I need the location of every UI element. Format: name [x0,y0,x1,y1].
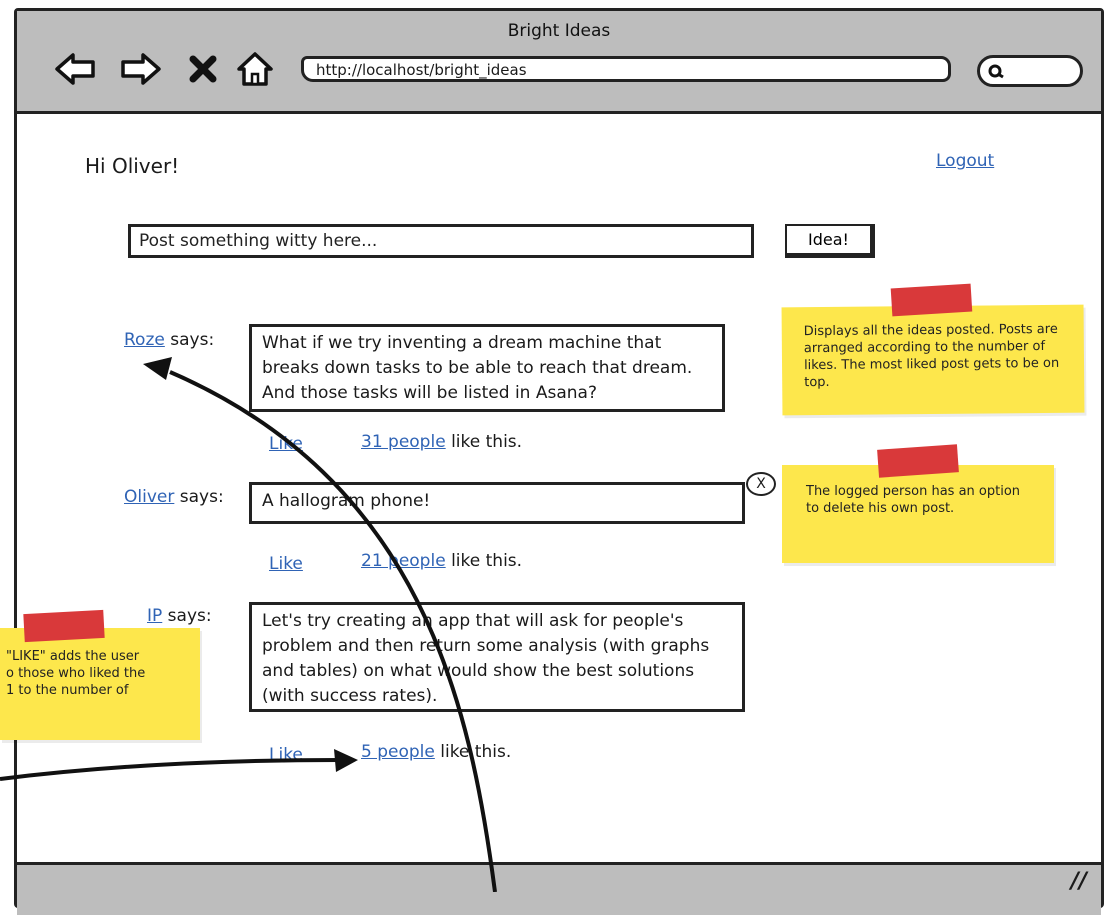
tape-strip [23,609,105,643]
sticky-note: Displays all the ideas posted. Posts are… [781,283,1085,416]
tape-strip [877,444,959,478]
says-label: says: [179,487,224,507]
home-icon[interactable] [235,49,275,89]
resize-grip-icon[interactable]: // [1071,869,1087,894]
like-button[interactable]: Like [269,554,303,574]
likes-count-line: 21 people like this. [361,551,522,571]
likes-count-line: 5 people like this. [361,742,511,762]
post-idea-input[interactable] [128,224,754,258]
likes-suffix: like this. [451,432,523,452]
browser-statusbar: // [17,862,1101,915]
idea-submit-button[interactable]: Idea! [785,224,875,258]
browser-titlebar: Bright Ideas http://localhost/bright_ide… [17,11,1101,114]
likes-count-line: 31 people like this. [361,432,522,452]
author-link[interactable]: Oliver [124,487,174,507]
greeting-text: Hi Oliver! [85,154,180,178]
idea-post-text: A hallogram phone! [249,482,745,524]
sticky-note: "LIKE" adds the user o those who liked t… [0,609,200,740]
note-text: Displays all the ideas posted. Posts are… [803,321,1060,391]
author-link[interactable]: IP [147,606,162,626]
post-author-line: Oliver says: [124,487,224,507]
stop-x-icon[interactable] [185,49,221,89]
post-author-line: IP says: [147,606,212,626]
says-label: says: [170,330,215,350]
idea-post-text: What if we try inventing a dream machine… [249,324,725,412]
likes-people-link[interactable]: 31 people [361,432,446,452]
delete-post-button[interactable]: X [746,472,776,496]
like-button[interactable]: Like [269,745,303,765]
like-button[interactable]: Like [269,434,303,454]
says-label: says: [167,606,212,626]
logout-link[interactable]: Logout [936,151,994,171]
likes-people-link[interactable]: 21 people [361,551,446,571]
likes-people-link[interactable]: 5 people [361,742,435,762]
magnifier-icon [988,64,1004,79]
likes-suffix: like this. [451,551,523,571]
tape-strip [890,283,973,317]
back-arrow-icon[interactable] [53,49,97,89]
post-author-line: Roze says: [124,330,214,350]
sticky-note: The logged person has an option to delet… [782,444,1054,563]
url-bar[interactable]: http://localhost/bright_ideas [301,56,951,82]
forward-arrow-icon[interactable] [119,49,163,89]
window-title: Bright Ideas [507,21,611,41]
author-link[interactable]: Roze [124,330,165,350]
idea-post-text: Let's try creating an app that will ask … [249,602,745,712]
likes-suffix: like this. [440,742,512,762]
search-box[interactable] [977,55,1083,87]
